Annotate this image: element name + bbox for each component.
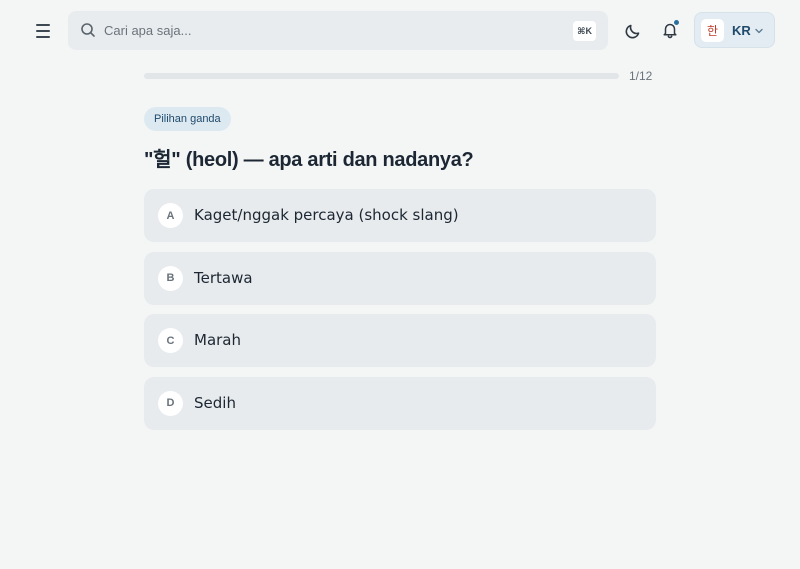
korean-flag-icon: 한 [701, 19, 724, 42]
option-text: Marah [194, 331, 241, 349]
menu-icon-line [36, 36, 50, 38]
menu-icon-line [36, 30, 50, 32]
language-code: KR [732, 23, 751, 38]
menu-button[interactable] [30, 18, 56, 44]
search-icon [81, 23, 95, 37]
moon-icon [625, 24, 640, 39]
language-selector[interactable]: 한 KR [694, 12, 775, 48]
option-b[interactable]: B Tertawa [144, 251, 656, 305]
search-bar[interactable]: ⌘K [68, 11, 608, 50]
search-input[interactable] [104, 19, 564, 41]
option-letter: B [158, 265, 183, 291]
shortcut-badge: ⌘K [573, 21, 596, 41]
option-a[interactable]: A Kaget/nggak percaya (shock slang) [144, 189, 656, 242]
option-text: Tertawa [194, 268, 253, 287]
option-text: Sedih [194, 393, 236, 412]
notification-dot [673, 19, 680, 26]
option-letter: C [158, 328, 183, 353]
option-letter: A [158, 203, 183, 228]
question-prompt: "헐" (heol) — apa arti dan nadanya? [144, 149, 474, 171]
theme-toggle-button[interactable] [621, 19, 645, 43]
chevron-down-icon [755, 28, 763, 34]
answer-options: A Kaget/nggak percaya (shock slang) B Te… [144, 189, 656, 439]
option-letter: D [158, 390, 183, 416]
option-text: Kaget/nggak percaya (shock slang) [194, 206, 459, 224]
question-type-badge: Pilihan ganda [144, 107, 231, 131]
option-d[interactable]: D Sedih [144, 376, 656, 430]
notifications-button[interactable] [658, 18, 682, 42]
menu-icon-line [36, 24, 50, 26]
progress-bar [144, 73, 619, 79]
option-c[interactable]: C Marah [144, 314, 656, 367]
progress-label: 1/12 [629, 69, 653, 83]
